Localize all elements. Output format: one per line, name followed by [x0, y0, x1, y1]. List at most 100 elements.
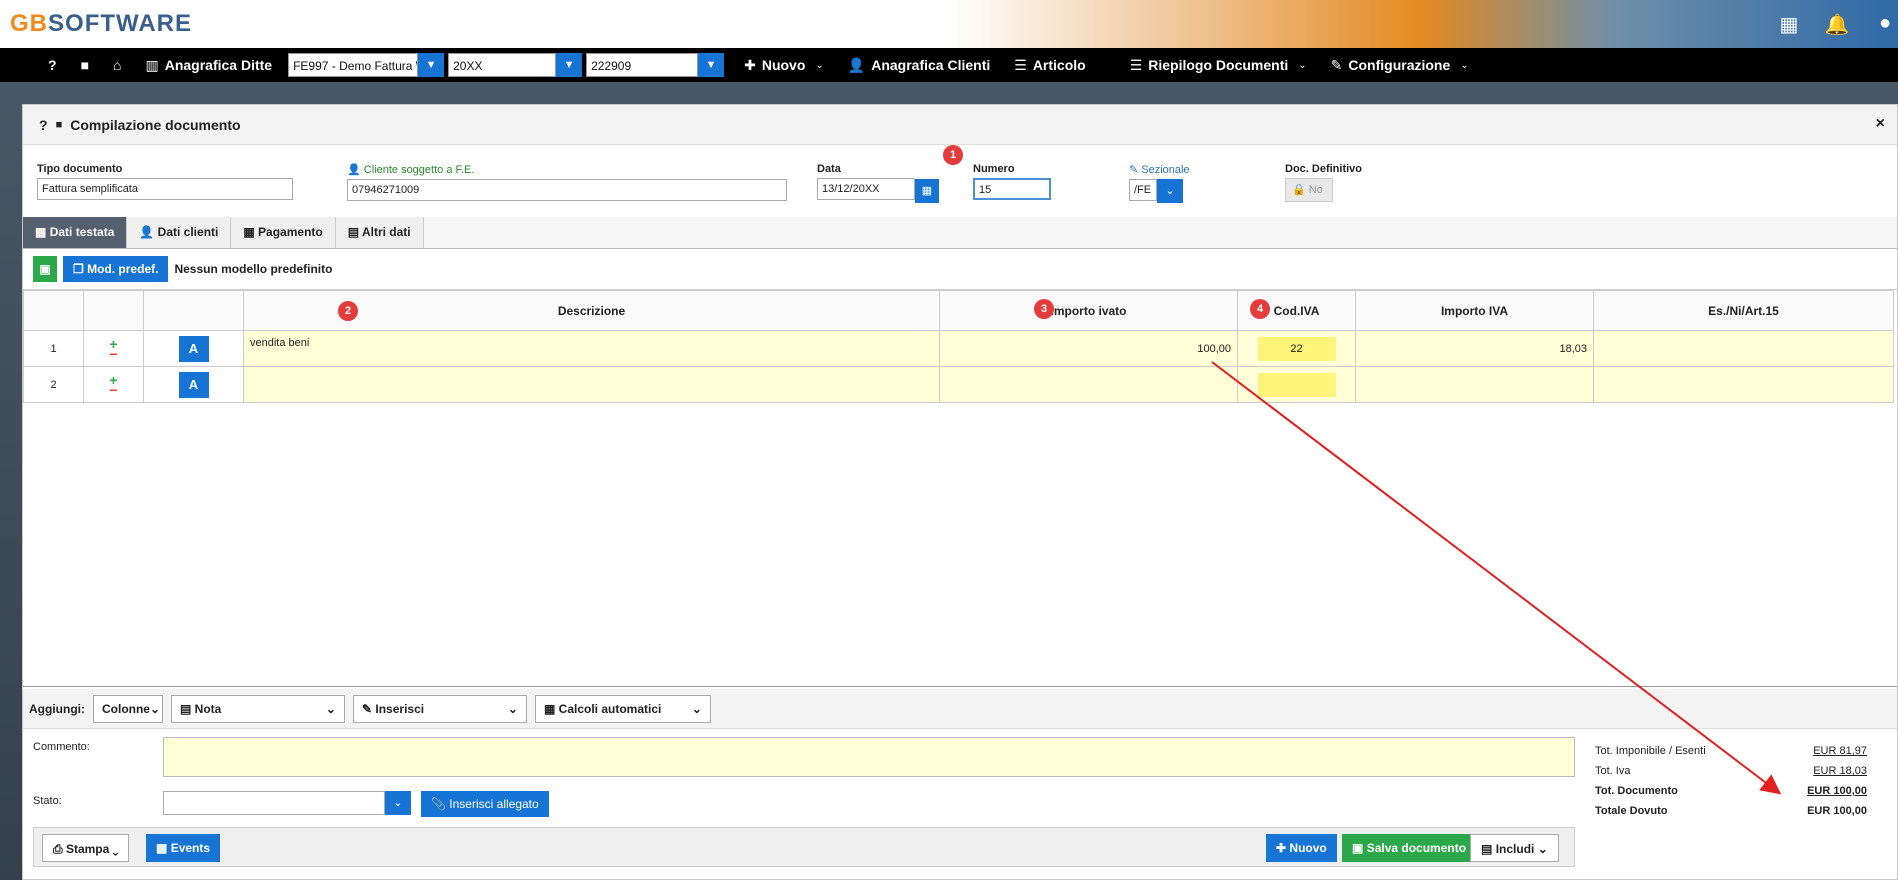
chevron-down-icon: ⌄ [1460, 59, 1469, 71]
calculator-icon: ▦ [543, 701, 556, 716]
panel-title: Compilazione documento [70, 116, 241, 133]
chevron-down-icon: ⌄ [1298, 59, 1307, 71]
chevron-down-icon[interactable]: ▼ [556, 53, 583, 77]
nav-riepilogo-documenti[interactable]: ☰ Riepilogo Documenti ⌄ [1118, 48, 1319, 82]
help-icon[interactable]: ? [39, 117, 48, 133]
inserisci-select[interactable]: ✎ Inserisci ⌄ [352, 694, 527, 723]
chevron-down-icon: ⌄ [691, 701, 702, 716]
tipo-documento-input[interactable]: Fattura semplificata [37, 178, 293, 200]
chevron-down-icon[interactable]: ⌄ [385, 791, 411, 815]
importo-ivato-cell[interactable] [939, 366, 1238, 403]
annotation-badge-3: 3 [1034, 299, 1054, 319]
person-icon: 👤 [347, 164, 361, 176]
help-button[interactable]: ? [36, 48, 69, 82]
data-field: Data 13/12/20XX [817, 163, 915, 200]
events-button[interactable]: ▦ Events [146, 834, 221, 862]
chevron-down-icon: ⌄ [149, 701, 161, 716]
model-status-text: Nessun modello predefinito [174, 262, 333, 276]
comment-label: Commento: [33, 741, 90, 753]
colonne-select[interactable]: Colonne ⌄ [92, 694, 163, 723]
includi-select[interactable]: ▤ Includi ⌄ [1470, 834, 1559, 862]
importo-iva-cell [1355, 366, 1594, 403]
tab-altri-dati[interactable]: ▤ Altri dati [335, 217, 424, 248]
minus-icon[interactable]: − [84, 347, 143, 361]
calcoli-select[interactable]: ▦ Calcoli automatici ⌄ [534, 694, 711, 723]
person-icon: 👤 [847, 56, 866, 73]
edit-icon: ✎ [361, 701, 373, 716]
annotation-badge-1: 1 [943, 145, 963, 165]
gb-software-logo: GBSOFTWARE [10, 10, 193, 37]
salva-documento-button[interactable]: ▣ Salva documento [1342, 834, 1477, 862]
document-panel: ? ■ Compilazione documento × Tipo docume… [22, 104, 1898, 880]
article-button[interactable]: A [178, 371, 209, 398]
nav-articolo[interactable]: ☰ Articolo [1002, 48, 1097, 82]
descrizione-cell[interactable]: vendita beni [243, 330, 940, 367]
company-select[interactable]: FE997 - Demo Fattura Wel ▼ [288, 53, 445, 77]
cliente-input[interactable]: 07946271009 [347, 179, 787, 201]
doc-definitivo-field: Doc. Definitivo 🔒 No [1285, 163, 1362, 202]
nav-nuovo[interactable]: ✚ Nuovo ⌄ [732, 48, 836, 82]
aggiungi-bar: Aggiungi: Colonne ⌄ ▤ Nota ⌄ ✎ Inserisci ⌄ … [23, 689, 1897, 729]
descrizione-cell[interactable] [243, 366, 940, 403]
user-icon[interactable]: ● [1872, 12, 1898, 37]
importo-ivato-cell[interactable]: 100,00 [939, 330, 1238, 367]
home-icon[interactable]: ⌂ [101, 48, 133, 82]
numero-input[interactable]: 15 [973, 178, 1051, 200]
cod-iva-cell[interactable]: 22 [1237, 330, 1356, 367]
save-model-button[interactable]: ▣ [33, 256, 57, 282]
mod-predef-button[interactable]: ❐ Mod. predef. [63, 256, 169, 282]
minus-icon[interactable]: − [84, 383, 143, 397]
row-number: 1 [23, 330, 84, 367]
close-icon[interactable]: × [1876, 115, 1885, 133]
stato-label: Stato: [33, 795, 62, 807]
building-icon: ▥ [145, 56, 159, 73]
file-icon: ▤ [1481, 842, 1493, 856]
tab-dati-clienti[interactable]: 👤 Dati clienti [127, 217, 232, 248]
stampa-button[interactable]: ⎙ Stampa ⌄ [42, 834, 130, 862]
sezionale-field: ✎ Sezionale /FE ⌄ [1129, 163, 1190, 203]
print-icon: ⎙ [53, 842, 63, 856]
table-row: 2 + − A [23, 366, 1894, 403]
video-icon[interactable]: ■ [69, 48, 101, 82]
stato-select[interactable]: ⌄ [163, 791, 411, 815]
tab-pagamento[interactable]: ▦ Pagamento [231, 217, 336, 248]
sezionale-input[interactable]: /FE [1129, 179, 1157, 201]
person-icon: 👤 [139, 225, 155, 239]
definitivo-toggle[interactable]: 🔒 No [1285, 178, 1333, 202]
nav-configurazione[interactable]: ✎ Configurazione ⌄ [1319, 48, 1481, 82]
header-cod-iva: Cod.IVA 4 [1237, 290, 1356, 331]
nav-anagrafica-clienti[interactable]: 👤 Anagrafica Clienti [836, 48, 1002, 82]
es-ni-cell[interactable] [1593, 366, 1894, 403]
data-input[interactable]: 13/12/20XX [817, 178, 915, 200]
row-add-remove: + − [83, 330, 144, 367]
main-nav: ? ■ ⌂ ▥ Anagrafica Ditte FE997 - Demo Fa… [0, 48, 1898, 82]
apps-grid-icon[interactable]: ▦ [1776, 12, 1802, 37]
video-icon[interactable]: ■ [56, 119, 63, 131]
comment-input[interactable] [163, 737, 1575, 777]
code-select[interactable]: 222909 ▼ [586, 53, 725, 77]
table-row: 1 + − A vendita beni 100,00 22 18,03 [23, 330, 1894, 367]
nuovo-button[interactable]: ✚ Nuovo [1266, 834, 1337, 862]
chevron-down-icon[interactable]: ▼ [418, 53, 445, 77]
numero-field: Numero 15 [973, 163, 1051, 200]
calendar-icon[interactable]: ▦ [915, 179, 939, 203]
file-icon: ▤ [347, 225, 360, 239]
list-icon: ☰ [1014, 56, 1027, 73]
bell-icon[interactable]: 🔔 [1824, 12, 1850, 37]
chevron-down-icon[interactable]: ▼ [698, 53, 725, 77]
annotation-badge-2: 2 [338, 301, 358, 321]
tab-dati-testata[interactable]: ▦ Dati testata [23, 217, 128, 248]
footer-toolbar: ⎙ Stampa ⌄ ▦ Events ✚ Nuovo ▣ Salva docu… [33, 827, 1575, 867]
chevron-down-icon[interactable]: ⌄ [1157, 179, 1183, 203]
year-select[interactable]: 20XX ▼ [448, 53, 583, 77]
chevron-down-icon: ⌄ [507, 701, 518, 716]
nav-anagrafica-ditte[interactable]: ▥ Anagrafica Ditte [134, 48, 285, 82]
inserisci-allegato-button[interactable]: 📎 Inserisci allegato [421, 791, 549, 817]
cod-iva-cell[interactable] [1237, 366, 1356, 403]
article-button[interactable]: A [178, 335, 209, 362]
header-es-ni-art15: Es./Ni/Art.15 [1593, 290, 1894, 331]
es-ni-cell[interactable] [1593, 330, 1894, 367]
tipo-documento-field: Tipo documento Fattura semplificata [37, 163, 293, 200]
nota-select[interactable]: ▤ Nota ⌄ [170, 694, 345, 723]
total-row: Tot. Imponibile / Esenti EUR 81,97 [1595, 745, 1867, 757]
